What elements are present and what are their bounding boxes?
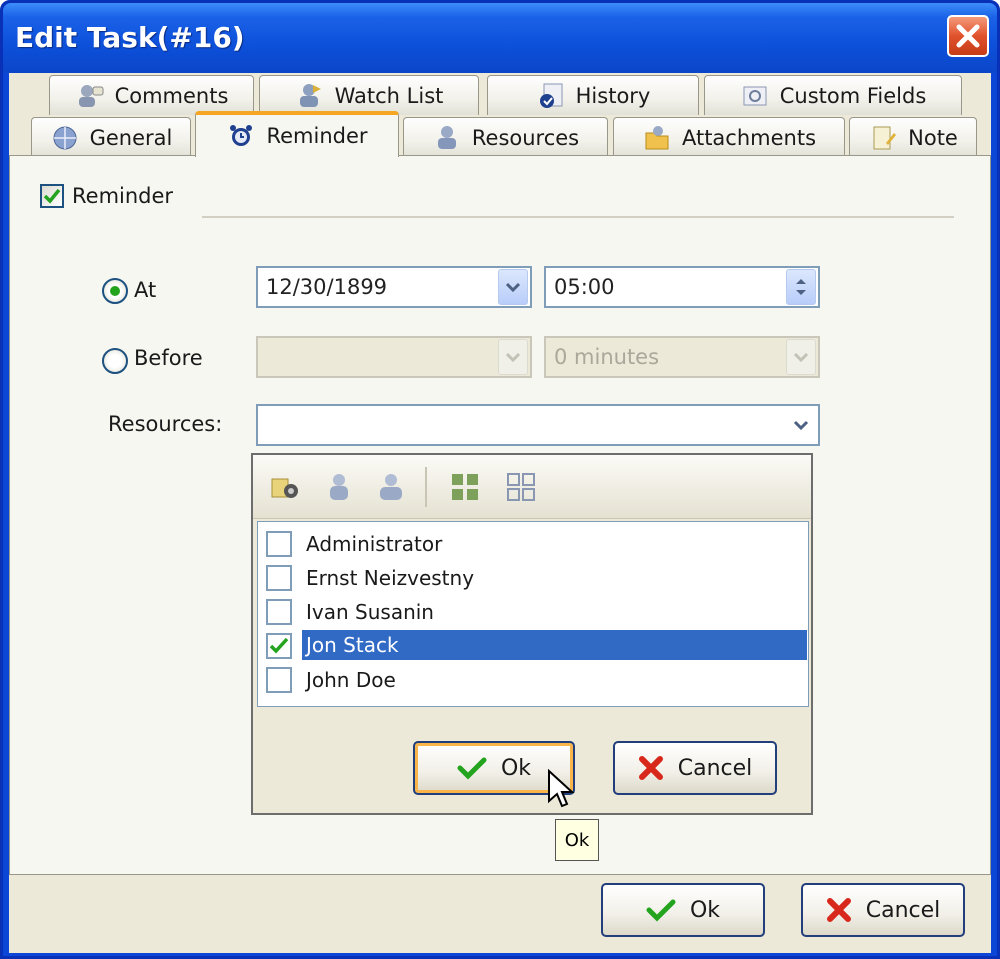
cancel-label: Cancel [865, 897, 941, 923]
user-group-icon[interactable] [375, 471, 407, 503]
close-button[interactable] [947, 15, 989, 57]
list-item[interactable]: Ernst Neizvestny [258, 562, 808, 594]
spin-arrows-icon [796, 279, 806, 295]
item-checkbox[interactable] [266, 667, 292, 693]
item-label: John Doe [306, 668, 396, 692]
cancel-x-icon [638, 756, 663, 780]
popup-cancel-label: Cancel [677, 755, 753, 781]
chevron-down-icon [505, 352, 521, 363]
ok-label: Ok [689, 897, 721, 923]
deselect-all-icon[interactable] [505, 471, 537, 503]
at-radio[interactable] [102, 278, 128, 304]
before-radio[interactable] [102, 348, 128, 374]
group-divider [202, 216, 954, 218]
check-icon [43, 188, 61, 204]
before-label: Before [134, 346, 203, 370]
title-bar[interactable]: Edit Task(#16) [3, 3, 997, 73]
tab-label: Custom Fields [779, 83, 927, 108]
radio-selected-dot [110, 286, 120, 296]
mouse-cursor-icon [548, 769, 575, 808]
item-label: Ernst Neizvestny [306, 566, 475, 590]
tab-label: Reminder [266, 124, 368, 148]
chevron-down-icon [793, 420, 809, 431]
tab-label: Comments [114, 83, 229, 108]
tab-reminder[interactable]: Reminder [195, 111, 399, 157]
check-icon [646, 899, 676, 922]
resources-label: Resources: [108, 412, 223, 436]
tab-attachments[interactable]: Attachments [613, 117, 845, 157]
alarm-clock-icon [230, 125, 253, 146]
comments-icon [78, 84, 104, 107]
tab-resources[interactable]: Resources [403, 117, 608, 157]
item-checkbox[interactable] [266, 633, 292, 659]
before-offset-dropdown[interactable] [786, 339, 816, 375]
chevron-down-icon [505, 282, 521, 293]
item-label: Administrator [306, 532, 443, 556]
globe-icon [53, 126, 77, 149]
list-item[interactable]: Ivan Susanin [258, 596, 808, 628]
tab-label: General [89, 125, 173, 150]
list-item[interactable]: Jon Stack [258, 630, 808, 662]
reminder-checkbox[interactable] [40, 184, 64, 208]
user-icon[interactable] [323, 471, 355, 503]
resources-popup: Administrator Ernst Neizvestny Ivan Susa… [251, 453, 813, 815]
before-offset-field[interactable]: 0 minutes [544, 336, 820, 378]
resources-list: Administrator Ernst Neizvestny Ivan Susa… [257, 521, 809, 707]
item-checkbox[interactable] [266, 565, 292, 591]
reminder-label: Reminder [72, 184, 174, 208]
tab-general[interactable]: General [31, 117, 191, 157]
custom-fields-icon [743, 86, 767, 105]
item-label: Ivan Susanin [306, 600, 434, 624]
resources-icon [437, 125, 456, 149]
at-time-field[interactable]: 05:00 [544, 266, 820, 308]
cancel-x-icon [826, 898, 851, 922]
tab-note[interactable]: Note [849, 117, 977, 157]
history-icon [539, 83, 563, 108]
select-all-icon[interactable] [449, 471, 481, 503]
tab-custom-fields[interactable]: Custom Fields [704, 75, 962, 115]
ok-button[interactable]: Ok [601, 883, 765, 937]
item-label: Jon Stack [302, 630, 807, 660]
tab-comments[interactable]: Comments [49, 75, 254, 115]
add-resource-icon[interactable] [269, 471, 301, 503]
at-date-dropdown[interactable] [498, 269, 528, 305]
tab-history[interactable]: History [487, 75, 699, 115]
resources-field[interactable] [256, 404, 820, 446]
popup-ok-label: Ok [500, 755, 532, 781]
toolbar-separator [425, 467, 427, 507]
tab-label: History [575, 83, 651, 108]
close-icon [956, 24, 980, 48]
check-icon [269, 637, 289, 654]
tab-label: Watch List [334, 83, 444, 108]
tab-watch-list[interactable]: Watch List [259, 75, 479, 115]
item-checkbox[interactable] [266, 599, 292, 625]
popup-toolbar [253, 455, 811, 519]
tab-label: Resources [471, 125, 580, 150]
cancel-button[interactable]: Cancel [801, 883, 965, 937]
attachments-icon [645, 125, 669, 149]
check-icon [457, 757, 487, 780]
before-date-field[interactable] [256, 336, 532, 378]
popup-cancel-button[interactable]: Cancel [613, 741, 777, 795]
ok-tooltip: Ok [555, 819, 599, 861]
before-date-dropdown[interactable] [498, 339, 528, 375]
window-title: Edit Task(#16) [15, 21, 245, 54]
at-time-spinner[interactable] [786, 269, 816, 305]
note-icon [873, 126, 897, 149]
tab-label: Note [908, 125, 958, 150]
tab-label: Attachments [681, 125, 817, 150]
chevron-down-icon [793, 352, 809, 363]
watch-list-icon [299, 83, 321, 107]
item-checkbox[interactable] [266, 531, 292, 557]
at-date-field[interactable]: 12/30/1899 [256, 266, 532, 308]
at-label: At [134, 278, 157, 302]
list-item[interactable]: John Doe [258, 664, 808, 696]
list-item[interactable]: Administrator [258, 528, 808, 560]
resources-dropdown[interactable] [786, 407, 816, 443]
edit-task-window: Edit Task(#16) Comments Watch List Histo… [0, 0, 1000, 959]
